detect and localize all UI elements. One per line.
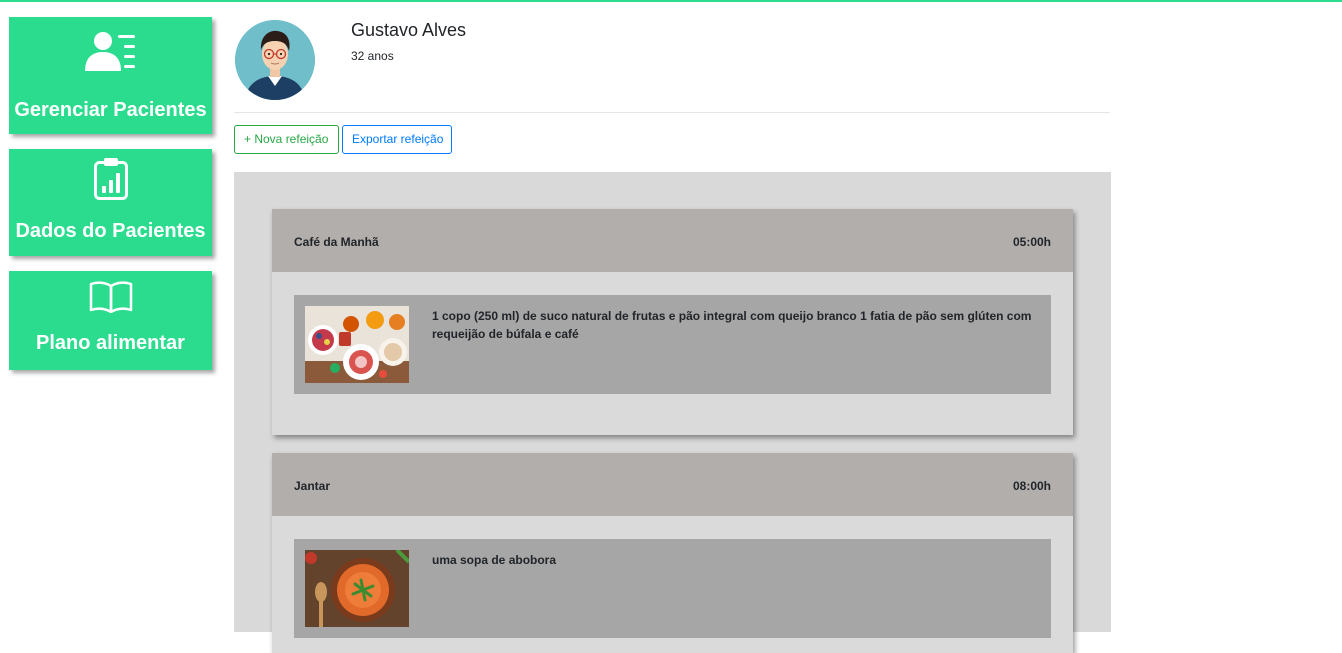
new-meal-button[interactable]: + Nova refeição xyxy=(234,125,339,154)
sidebar-item-meal-plan[interactable]: Plano alimentar xyxy=(9,271,212,370)
pumpkin-soup-photo xyxy=(305,550,409,627)
top-accent-line xyxy=(0,0,1342,2)
meal-plan-panel: Café da Manhã 05:00h 1 copo (250 ml) de … xyxy=(234,172,1111,653)
breakfast-photo xyxy=(305,306,409,383)
sidebar-item-manage-patients[interactable]: Gerenciar Pacientes xyxy=(9,17,212,134)
meal-item[interactable]: uma sopa de abobora xyxy=(294,539,1051,638)
meal-item[interactable]: 1 copo (250 ml) de suco natural de fruta… xyxy=(294,295,1051,394)
meal-title: Jantar xyxy=(294,479,331,493)
meal-description: 1 copo (250 ml) de suco natural de fruta… xyxy=(432,309,1032,341)
meal-description: uma sopa de abobora xyxy=(432,553,557,567)
header-divider xyxy=(234,112,1110,113)
clipboard-chart-icon xyxy=(9,157,212,201)
patient-age: 32 anos xyxy=(351,49,394,63)
patient-name: Gustavo Alves xyxy=(351,20,467,40)
meal-card-dinner: Jantar 08:00h uma sopa de abobora xyxy=(272,453,1073,653)
sidebar-item-label: Dados do Pacientes xyxy=(15,220,206,242)
meal-time: 05:00h xyxy=(1012,235,1051,249)
meal-title: Café da Manhã xyxy=(294,235,379,249)
meal-card-breakfast: Café da Manhã 05:00h 1 copo (250 ml) de … xyxy=(272,209,1073,435)
sidebar-item-label: Gerenciar Pacientes xyxy=(14,99,207,121)
sidebar-item-label: Plano alimentar xyxy=(36,332,185,354)
avatar xyxy=(235,20,315,100)
export-meal-button[interactable]: Exportar refeição xyxy=(342,125,452,154)
open-book-icon xyxy=(9,281,212,313)
meal-time: 08:00h xyxy=(1012,479,1051,493)
patient-list-icon xyxy=(9,31,212,73)
meal-header: Jantar 08:00h xyxy=(272,453,1073,516)
meal-header: Café da Manhã 05:00h xyxy=(272,209,1073,272)
sidebar-item-patient-data[interactable]: Dados do Pacientes xyxy=(9,149,212,256)
